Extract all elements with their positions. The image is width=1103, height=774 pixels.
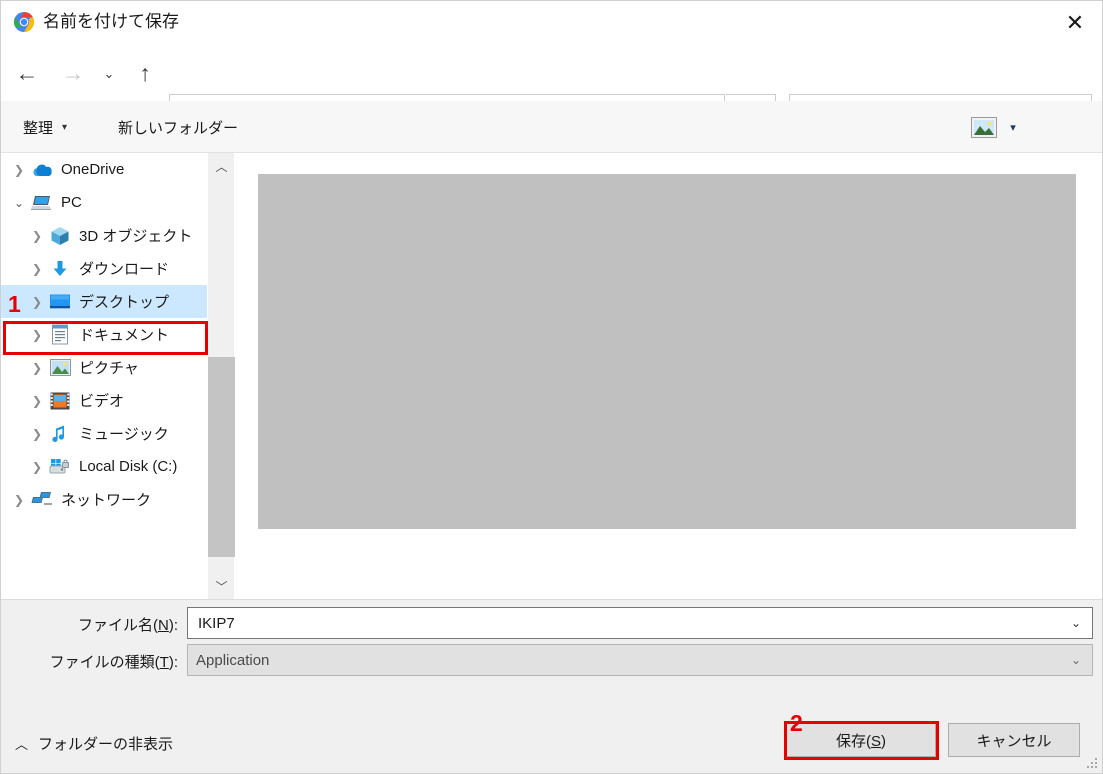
sidebar-item-label: ビデオ <box>79 393 125 410</box>
network-icon <box>31 489 53 511</box>
filename-field[interactable]: ⌄ <box>187 607 1093 639</box>
cancel-button-label: キャンセル <box>976 732 1052 750</box>
chevron-right-icon[interactable]: ❯ <box>25 384 49 417</box>
filetype-value: Application <box>196 651 270 669</box>
onedrive-cloud-icon <box>31 159 53 181</box>
forward-button[interactable]: → <box>53 53 93 93</box>
save-button-label: 保存(S) <box>835 732 886 750</box>
cancel-button[interactable]: キャンセル <box>948 723 1080 757</box>
sidebar-item-row-9[interactable]: ❯ Local Disk (C:) <box>1 450 207 483</box>
scroll-down-button[interactable]: ﹀ <box>208 573 235 599</box>
chevron-down-icon: ⌄ <box>1070 616 1082 630</box>
documents-icon <box>49 324 71 346</box>
scroll-up-button[interactable]: ︿ <box>208 153 235 179</box>
chevron-right-icon[interactable]: ❯ <box>25 417 49 450</box>
organize-label: 整理 <box>23 119 54 137</box>
downloads-icon <box>49 258 71 280</box>
navigation-bar: ← → ⌄ ↑ ❯ PC ❯ デスクトップ ⌄ <box>1 45 1102 138</box>
close-button[interactable]: ✕ <box>1046 1 1102 45</box>
3d-objects-icon <box>49 225 71 247</box>
sidebar-item-label: ミュージック <box>79 426 169 443</box>
sidebar-scrollbar[interactable]: ︿ ﹀ <box>207 153 235 599</box>
recent-locations-button[interactable]: ⌄ <box>95 53 123 93</box>
sidebar-item-label: 3D オブジェクト <box>79 228 193 245</box>
chevron-right-icon[interactable]: ❯ <box>7 483 31 516</box>
chevron-down-icon: ⌄ <box>103 65 115 81</box>
filetype-dropdown-button[interactable]: ⌄ <box>1060 645 1092 675</box>
sidebar-item-label: デスクトップ <box>79 294 170 311</box>
close-icon: ✕ <box>1065 10 1085 35</box>
sidebar-item-label: ドキュメント <box>79 327 170 344</box>
sidebar-item-row-1[interactable]: ⌄ PC <box>1 186 207 219</box>
filetype-field[interactable]: Application ⌄ <box>187 644 1093 676</box>
chevron-right-icon[interactable]: ❯ <box>25 285 49 318</box>
sidebar-item-label: ダウンロード <box>79 261 170 278</box>
arrow-right-icon: → <box>61 59 85 86</box>
sidebar-item-desktop[interactable]: ❯ デスクトップ <box>1 285 207 318</box>
resize-grip[interactable] <box>1087 758 1099 770</box>
back-button[interactable]: ← <box>7 53 47 93</box>
new-folder-button[interactable]: 新しいフォルダー <box>118 113 238 141</box>
desktop-icon <box>49 291 71 313</box>
title-bar: 名前を付けて保存 ✕ <box>1 1 1102 45</box>
sidebar-item-row-7[interactable]: ❯ ビデオ <box>1 384 207 417</box>
chevron-down-icon[interactable]: ⌄ <box>7 186 31 219</box>
hide-folders-toggle[interactable]: ︿ フォルダーの非表示 <box>15 729 173 757</box>
filename-dropdown-button[interactable]: ⌄ <box>1060 608 1092 638</box>
hide-folders-label: フォルダーの非表示 <box>38 735 174 753</box>
sidebar-item-row-6[interactable]: ❯ ピクチャ <box>1 351 207 384</box>
arrow-up-icon: ↑ <box>139 59 151 86</box>
local-disk-icon <box>49 456 71 478</box>
chevron-down-icon: ⌄ <box>1070 653 1082 667</box>
scrollbar-thumb[interactable] <box>208 357 235 557</box>
save-as-dialog: 名前を付けて保存 ✕ ← → ⌄ ↑ ❯ PC ❯ <box>0 0 1103 774</box>
sidebar-item-row-5[interactable]: ❯ ドキュメント <box>1 318 207 351</box>
chevron-up-icon: ︿ <box>215 159 228 174</box>
videos-icon <box>49 390 71 412</box>
blank-content-area <box>258 174 1076 529</box>
command-bar: 整理 ▾ 新しいフォルダー ▾ ? <box>1 101 1102 240</box>
sidebar-item-label: ピクチャ <box>79 360 139 377</box>
organize-button[interactable]: 整理 ▾ <box>23 113 67 141</box>
chevron-right-icon[interactable]: ❯ <box>25 450 49 483</box>
pc-computer-icon <box>31 192 53 214</box>
sidebar-item-row-2[interactable]: ❯ 3D オブジェクト <box>1 219 207 252</box>
chrome-icon <box>13 11 35 33</box>
view-mode-dropdown-button[interactable]: ▾ <box>1001 115 1025 139</box>
chevron-right-icon[interactable]: ❯ <box>25 219 49 252</box>
chevron-right-icon[interactable]: ❯ <box>25 252 49 285</box>
window-title: 名前を付けて保存 <box>43 12 179 31</box>
chevron-up-icon: ︿ <box>15 736 29 752</box>
chevron-right-icon[interactable]: ❯ <box>25 318 49 351</box>
sidebar-item-label: Local Disk (C:) <box>79 458 178 475</box>
save-button[interactable]: 保存(S) <box>786 723 936 757</box>
navigation-pane: ❯ OneDrive ⌄ PC ❯ 3D オブジェクト ❯ ダウンロード ❯ デスクトップ ❯ ドキュ… <box>1 153 207 599</box>
filename-input[interactable] <box>196 613 1046 633</box>
arrow-left-icon: ← <box>15 59 39 86</box>
music-note-icon <box>49 423 71 445</box>
new-folder-label: 新しいフォルダー <box>118 119 239 137</box>
sidebar-item-label: OneDrive <box>61 161 125 178</box>
sidebar-item-row-8[interactable]: ❯ ミュージック <box>1 417 207 450</box>
filename-label: ファイル名(N): <box>77 617 178 634</box>
sidebar-item-row-0[interactable]: ❯ OneDrive <box>1 153 207 186</box>
view-mode-picture-icon[interactable] <box>969 115 999 139</box>
sidebar-item-row-3[interactable]: ❯ ダウンロード <box>1 252 207 285</box>
caret-down-icon: ▾ <box>1010 121 1016 134</box>
chevron-down-icon: ﹀ <box>215 579 228 594</box>
pictures-icon <box>49 357 71 379</box>
filetype-label: ファイルの種類(T): <box>49 654 178 671</box>
file-list-pane[interactable] <box>235 153 1102 599</box>
sidebar-item-row-10[interactable]: ❯ ネットワーク <box>1 483 207 516</box>
sidebar-item-label: PC <box>61 194 82 211</box>
chevron-right-icon[interactable]: ❯ <box>25 351 49 384</box>
sidebar-item-label: ネットワーク <box>61 492 152 509</box>
up-one-level-button[interactable]: ↑ <box>125 53 165 93</box>
caret-down-icon: ▾ <box>62 121 68 133</box>
chevron-right-icon[interactable]: ❯ <box>7 153 31 186</box>
